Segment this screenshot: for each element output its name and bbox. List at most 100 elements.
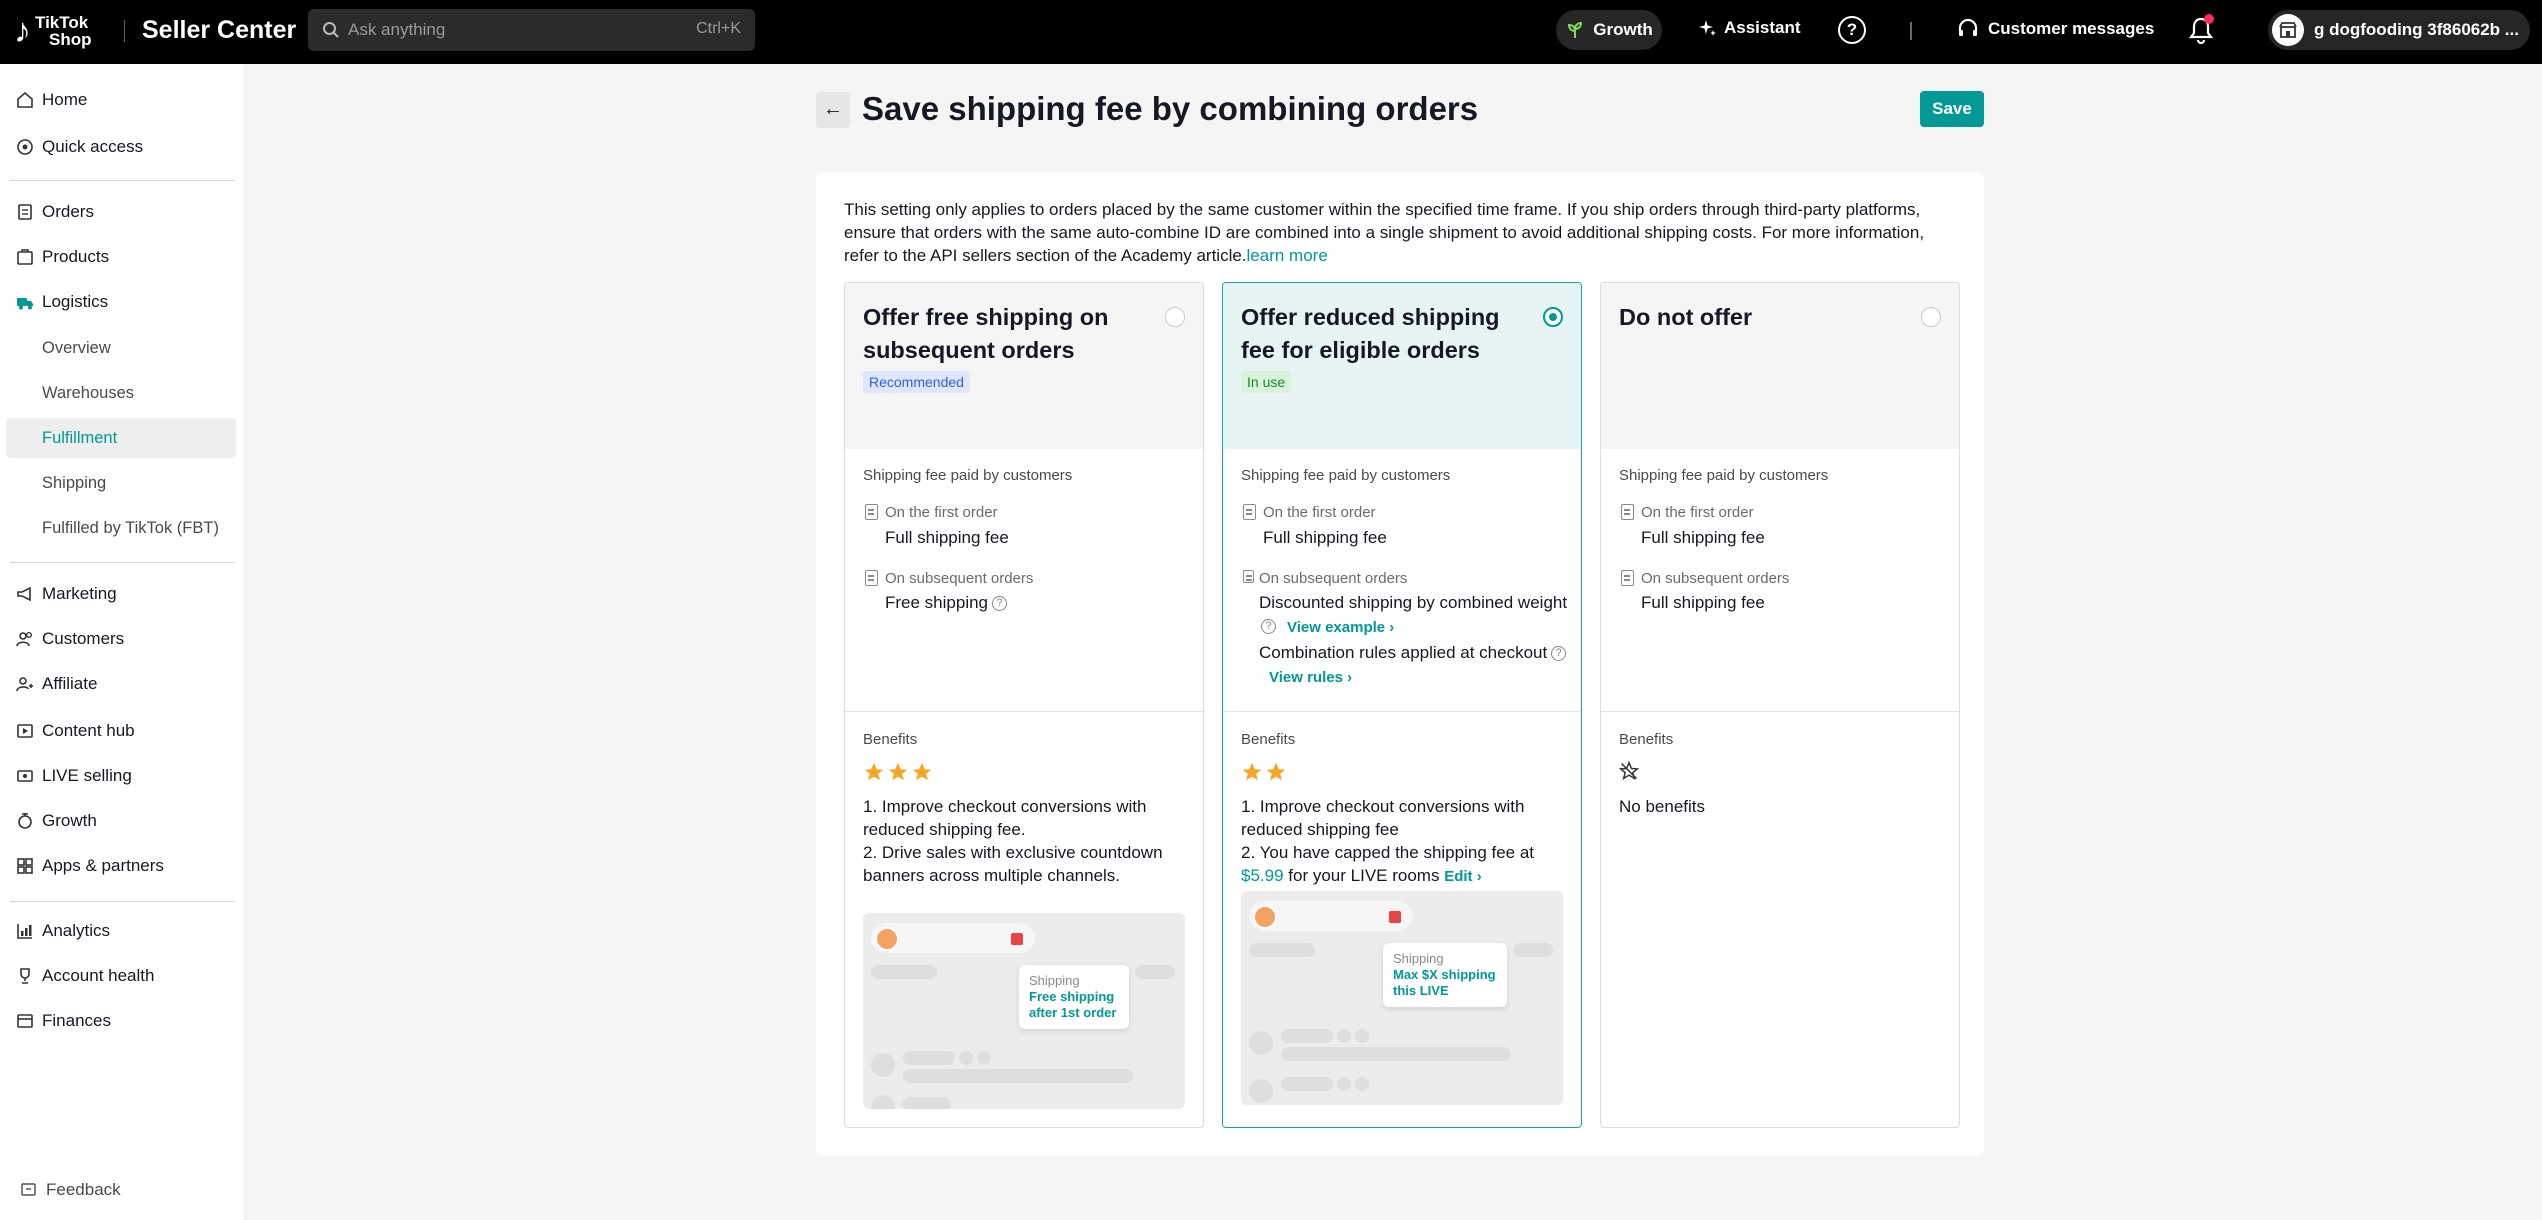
sidebar-item-shipping[interactable]: Shipping [42,474,106,493]
question-icon[interactable]: ? [992,596,1008,612]
sidebar-item-content-hub[interactable]: Content hub [16,721,135,741]
subsequent-value-text: Free shipping [885,593,989,612]
sidebar-label-growth: Growth [42,811,97,830]
sidebar-label-finances: Finances [42,1011,111,1030]
avatar [875,927,899,951]
placeholder-bar [1281,1029,1333,1043]
settings-panel: This setting only applies to orders plac… [816,172,1984,1156]
sidebar-item-home[interactable]: Home [16,90,87,110]
subsequent-order-label: On subsequent orders [1259,570,1408,587]
sidebar-item-analytics[interactable]: Analytics [16,921,110,941]
sidebar-label-content-hub: Content hub [42,721,135,740]
sidebar-item-marketing[interactable]: Marketing [16,584,117,604]
sidebar-item-affiliate[interactable]: Affiliate [16,674,97,694]
view-rules-link[interactable]: View rules › [1269,669,1352,686]
placeholder-bar [1337,1029,1351,1043]
sidebar-item-logistics[interactable]: Logistics [16,292,108,312]
fee-heading: Shipping fee paid by customers [1241,467,1451,484]
edit-link[interactable]: Edit › [1444,868,1482,885]
option-card-free-shipping[interactable]: Offer free shipping on subsequent orders… [844,282,1204,1128]
star-icon [1266,762,1286,781]
benefit-item: 1. Improve checkout conversions with red… [1241,797,1525,839]
growth-leaf-icon [1568,21,1583,38]
document-icon [1621,504,1634,520]
sidebar-item-growth[interactable]: Growth [16,811,97,831]
learn-more-link[interactable]: learn more [1247,246,1328,265]
card-title: Offer free shipping on subsequent orders [863,304,1109,363]
sidebar-label-customers: Customers [42,629,125,648]
placeholder-bar [1281,1047,1511,1061]
feedback-icon [21,1183,36,1196]
star-icon [912,762,932,781]
customer-messages-label: Customer messages [1988,19,2155,38]
benefit-stars [863,761,933,783]
subsequent-order-value: Full shipping fee [1641,593,1765,612]
star-icon [1242,762,1262,781]
sidebar-divider [10,901,235,902]
document-icon [1243,504,1256,520]
customer-messages-button[interactable]: Customer messages [1956,17,2154,41]
placeholder-bar [1355,1077,1369,1091]
document-icon [865,504,878,520]
placeholder-bar [903,1069,1133,1083]
in-use-badge: In use [1241,371,1292,393]
trophy-icon [20,968,30,984]
first-order-value: Full shipping fee [885,528,1009,547]
sidebar-label-logistics: Logistics [42,292,109,311]
growth-icon [18,813,32,829]
sidebar-item-orders[interactable]: Orders [16,202,94,222]
search-bar[interactable]: Ctrl+K [308,9,755,51]
card-divider [1223,711,1581,712]
benefit-text: for your LIVE rooms [1288,866,1440,885]
help-icon[interactable]: ? [1838,16,1866,44]
tiktok-shop-logo[interactable]: ♪ TikTok Shop [14,12,92,50]
apps-icon [17,858,33,874]
sidebar-item-customers[interactable]: Customers [16,629,124,649]
assistant-button[interactable]: Assistant [1698,18,1801,38]
orders-icon [18,204,32,220]
shipping-popup: Shipping Free shipping after 1st order [1019,965,1129,1029]
live-badge-icon [1011,933,1023,945]
option-radio[interactable] [1165,307,1185,327]
option-card-reduced-shipping[interactable]: Offer reduced shipping fee for eligible … [1222,282,1582,1128]
growth-button[interactable]: Growth [1556,10,1662,50]
view-example-link[interactable]: View example › [1287,619,1394,636]
sidebar-item-finances[interactable]: Finances [16,1011,111,1031]
popup-value: Max $X shipping this LIVE [1393,967,1496,998]
account-menu[interactable]: g dogfooding 3f86062b ... [2268,10,2530,50]
back-arrow-icon[interactable]: ← [816,92,850,128]
option-radio[interactable] [1921,307,1941,327]
sidebar-item-warehouses[interactable]: Warehouses [42,384,134,403]
subsequent-order-label: On subsequent orders [1641,570,1790,587]
sidebar-item-products[interactable]: Products [16,247,109,267]
top-bar: ♪ TikTokShop Seller Center Ctrl+K Growth… [0,0,2542,64]
save-button[interactable]: Save [1920,91,1984,127]
affiliate-icon [16,677,33,692]
search-input[interactable] [348,15,668,45]
placeholder-bar [1249,943,1315,957]
sidebar-item-account-health[interactable]: Account health [16,966,154,986]
sidebar-item-quick-access[interactable]: Quick access [16,137,143,157]
question-icon[interactable]: ? [1261,619,1276,634]
sidebar-item-overview[interactable]: Overview [42,339,111,358]
benefit-stars [1241,761,1287,783]
feedback-button[interactable]: Feedback [20,1180,121,1200]
benefit-item: 2. You have capped the shipping fee at $… [1241,841,1561,888]
sidebar-item-fbt[interactable]: Fulfilled by TikTok (FBT) [42,519,219,538]
sidebar-item-live-selling[interactable]: LIVE selling [16,766,132,786]
question-icon[interactable]: ? [1551,646,1567,662]
search-icon [323,22,339,38]
placeholder-bar [1355,1029,1369,1043]
sidebar-item-apps-partners[interactable]: Apps & partners [16,856,164,876]
placeholder-circle [1249,1031,1273,1055]
sidebar-label-products: Products [42,247,110,266]
card-title: Do not offer [1619,304,1753,330]
fee-heading: Shipping fee paid by customers [1619,467,1829,484]
sparkle-icon [1699,20,1716,36]
option-radio[interactable] [1543,307,1563,327]
live-badge-icon [1389,911,1401,923]
logo-text-shop: Shop [49,30,92,49]
sidebar-item-fulfillment[interactable]: Fulfillment [42,429,117,448]
option-card-do-not-offer[interactable]: Do not offer Shipping fee paid by custom… [1600,282,1960,1128]
document-icon [865,570,878,586]
